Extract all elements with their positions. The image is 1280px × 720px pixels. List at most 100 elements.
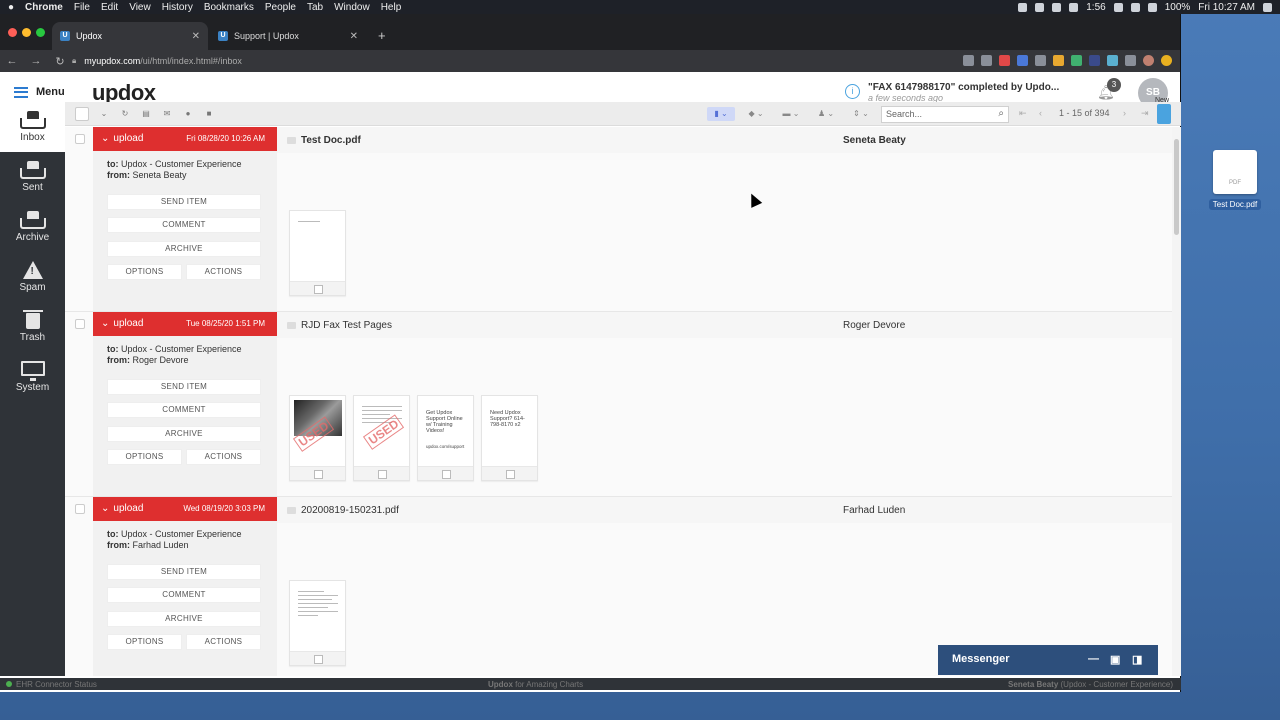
item-subject[interactable]: Test Doc.pdf — [301, 135, 361, 146]
extension-icon[interactable] — [1107, 55, 1118, 66]
forward-icon[interactable]: → — [24, 55, 48, 67]
extension-icon[interactable] — [1035, 55, 1046, 66]
back-icon[interactable]: ← — [0, 55, 24, 67]
page-thumbnail[interactable]: USED — [289, 395, 346, 481]
comment-button[interactable]: COMMENT — [107, 402, 261, 418]
video-icon[interactable]: ■ — [202, 107, 216, 121]
print-icon[interactable]: ▤ — [139, 107, 153, 121]
sidebar-item-archive[interactable]: Archive — [0, 202, 65, 252]
item-checkbox[interactable] — [75, 134, 85, 144]
actions-button[interactable]: ACTIONS — [186, 264, 261, 280]
view-toggle-icon[interactable]: ▮ ⌄ — [707, 107, 735, 121]
zoom-window-icon[interactable] — [36, 28, 45, 37]
item-type-tag[interactable]: upload Wed 08/19/20 3:03 PM — [93, 497, 277, 521]
new-tab-icon[interactable]: + — [378, 28, 386, 43]
thumbnail-checkbox[interactable] — [290, 281, 345, 295]
extensions-puzzle-icon[interactable] — [1125, 55, 1136, 66]
tab-updox[interactable]: U Updox ✕ — [52, 22, 208, 50]
first-page-icon[interactable]: ⇤ — [1019, 108, 1027, 119]
bell-icon[interactable]: 🔔︎ 3 — [1097, 78, 1121, 102]
update-icon[interactable] — [1161, 55, 1172, 66]
item-subject[interactable]: RJD Fax Test Pages — [301, 320, 392, 331]
new-item-button[interactable]: New — [1155, 97, 1171, 124]
archive-button[interactable]: ARCHIVE — [107, 241, 261, 257]
minimize-icon[interactable]: — — [1088, 653, 1099, 665]
profile-icon[interactable] — [1143, 55, 1154, 66]
close-window-icon[interactable] — [8, 28, 17, 37]
menu-chrome[interactable]: Chrome — [25, 2, 63, 13]
tag-icon[interactable] — [287, 322, 296, 329]
menu-view[interactable]: View — [129, 2, 151, 13]
sidebar-item-trash[interactable]: Trash — [0, 302, 65, 352]
send-item-button[interactable]: SEND ITEM — [107, 194, 261, 210]
url-field[interactable]: myupdox.com/ui/html/index.html#/inbox — [84, 56, 242, 66]
menu-button[interactable]: Menu — [14, 86, 65, 98]
folder-filter-icon[interactable]: ▬ ⌄ — [777, 107, 805, 121]
extension-icon[interactable] — [1089, 55, 1100, 66]
status-icon[interactable] — [1069, 2, 1079, 12]
scrollbar-thumb[interactable] — [1174, 139, 1179, 235]
tag-filter-icon[interactable]: ◆ ⌄ — [742, 107, 770, 121]
ehr-status[interactable]: EHR Connector Status — [6, 680, 97, 689]
archive-button[interactable]: ARCHIVE — [107, 611, 261, 627]
spotlight-icon[interactable] — [1263, 2, 1272, 12]
page-thumbnail[interactable] — [289, 580, 346, 666]
sort-icon[interactable]: ⇕ ⌄ — [847, 107, 875, 121]
menu-window[interactable]: Window — [334, 2, 370, 13]
thumbnail-checkbox[interactable] — [482, 466, 537, 480]
close-tab-icon[interactable]: ✕ — [192, 31, 200, 42]
options-button[interactable]: OPTIONS — [107, 449, 182, 465]
reload-icon[interactable]: ↻ — [48, 55, 72, 68]
status-icon[interactable] — [1052, 2, 1062, 12]
expand-icon[interactable]: ▣ — [1110, 653, 1120, 666]
user-filter-icon[interactable]: ♟ ⌄ — [812, 107, 840, 121]
desktop-file[interactable]: PDF Test Doc.pdf — [1200, 150, 1270, 210]
send-item-button[interactable]: SEND ITEM — [107, 379, 261, 395]
list-item[interactable]: upload Fri 08/28/20 10:26 AM to: Updox -… — [65, 127, 1172, 312]
prev-page-icon[interactable]: ‹ — [1039, 108, 1042, 118]
status-icon[interactable] — [1130, 2, 1140, 12]
clock-text[interactable]: Fri 10:27 AM — [1198, 2, 1255, 13]
menu-help[interactable]: Help — [381, 2, 402, 13]
extension-icon[interactable] — [1017, 55, 1028, 66]
email-icon[interactable]: ✉ — [160, 107, 174, 121]
status-icon[interactable] — [1113, 2, 1123, 12]
thumbnail-checkbox[interactable] — [418, 466, 473, 480]
refresh-icon[interactable]: ↻ — [118, 107, 132, 121]
chat-icon[interactable]: ● — [181, 107, 195, 121]
options-button[interactable]: OPTIONS — [107, 634, 182, 650]
next-page-icon[interactable]: › — [1123, 108, 1126, 118]
tag-icon[interactable] — [287, 137, 296, 144]
dock-icon[interactable]: ◨ — [1132, 653, 1142, 666]
comment-button[interactable]: COMMENT — [107, 587, 261, 603]
page-thumbnail[interactable]: Get Updox Support Online w/ Training Vid… — [417, 395, 474, 481]
notification-toast[interactable]: i "FAX 6147988170" completed by Updo... … — [845, 82, 1059, 103]
menu-history[interactable]: History — [162, 2, 193, 13]
close-tab-icon[interactable]: ✕ — [350, 31, 358, 42]
extension-icon[interactable] — [999, 55, 1010, 66]
select-all-checkbox[interactable] — [75, 107, 89, 121]
page-thumbnail[interactable]: Need Updox Support? 614-798-8170 x2 — [481, 395, 538, 481]
item-type-tag[interactable]: upload Tue 08/25/20 1:51 PM — [93, 312, 277, 336]
messenger-panel[interactable]: Messenger — ▣ ◨ — [938, 645, 1158, 675]
thumbnail-checkbox[interactable] — [354, 466, 409, 480]
tab-support[interactable]: U Support | Updox ✕ — [210, 22, 366, 50]
archive-button[interactable]: ARCHIVE — [107, 426, 261, 442]
status-icon[interactable] — [1018, 2, 1028, 12]
actions-button[interactable]: ACTIONS — [186, 449, 261, 465]
wifi-icon[interactable] — [1147, 2, 1157, 12]
page-thumbnail[interactable] — [289, 210, 346, 296]
thumbnail-checkbox[interactable] — [290, 466, 345, 480]
sidebar-item-sent[interactable]: Sent — [0, 152, 65, 202]
thumbnail-checkbox[interactable] — [290, 651, 345, 665]
item-subject[interactable]: 20200819-150231.pdf — [301, 505, 399, 516]
sidebar-item-system[interactable]: System — [0, 352, 65, 402]
apple-icon[interactable]: ● — [8, 2, 14, 13]
menu-bookmarks[interactable]: Bookmarks — [204, 2, 254, 13]
tag-icon[interactable] — [287, 507, 296, 514]
menu-tab[interactable]: Tab — [307, 2, 323, 13]
item-type-tag[interactable]: upload Fri 08/28/20 10:26 AM — [93, 127, 277, 151]
page-thumbnail[interactable]: USED — [353, 395, 410, 481]
menu-people[interactable]: People — [265, 2, 296, 13]
list-item[interactable]: upload Tue 08/25/20 1:51 PM to: Updox - … — [65, 312, 1172, 497]
